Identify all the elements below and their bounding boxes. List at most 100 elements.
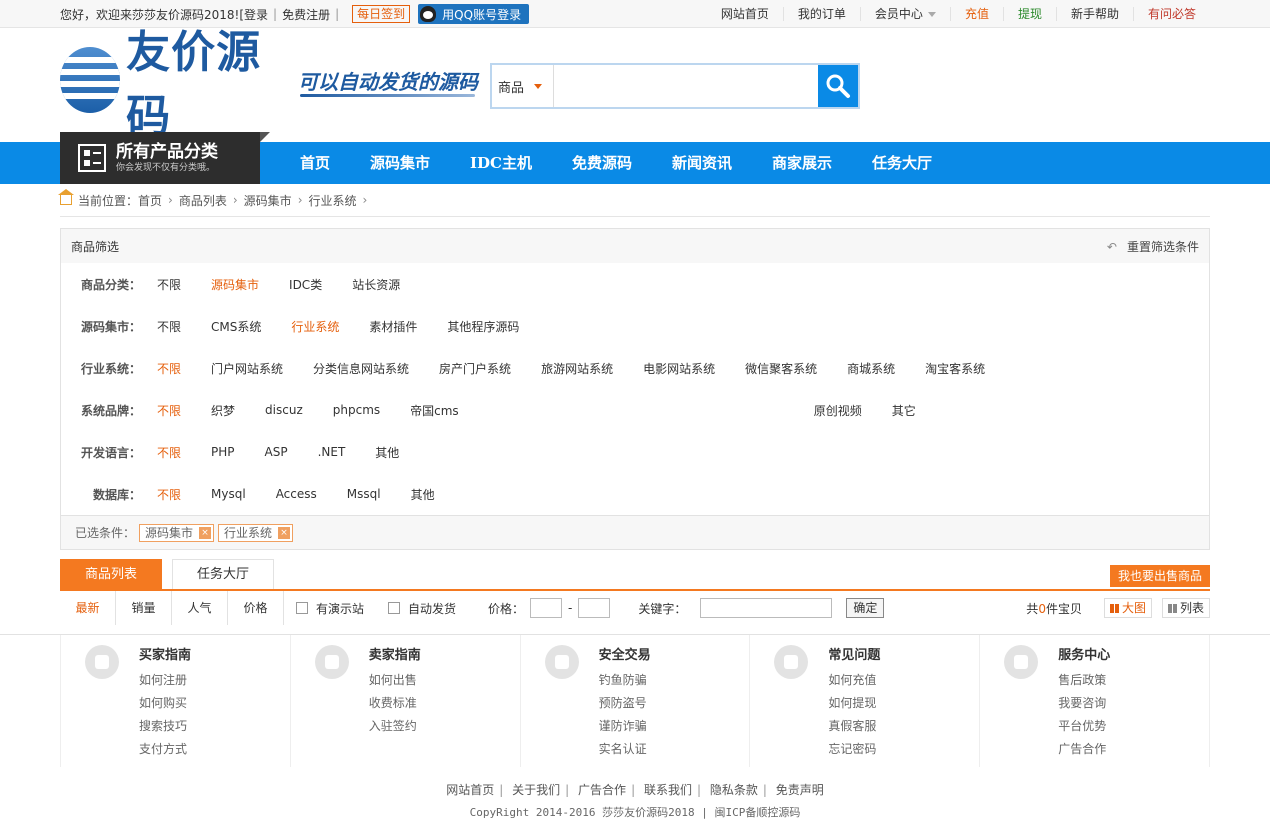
auto-delivery-checkbox[interactable]: 自动发货 <box>388 600 456 617</box>
help-link[interactable]: 如何注册 <box>139 673 187 687</box>
sell-product-button[interactable]: 我也要出售商品 <box>1109 565 1210 587</box>
demo-site-checkbox[interactable]: 有演示站 <box>296 600 364 617</box>
top-link-help[interactable]: 新手帮助 <box>1055 7 1133 21</box>
filter-option[interactable]: 分类信息网站系统 <box>303 360 419 377</box>
search-category-select[interactable]: 商品 <box>492 65 554 107</box>
filter-option[interactable]: ASP <box>255 445 298 459</box>
help-link[interactable]: 如何出售 <box>369 673 417 687</box>
breadcrumb-home[interactable]: 首页 <box>138 192 162 209</box>
help-link[interactable]: 如何提现 <box>828 696 876 710</box>
filter-option[interactable]: 门户网站系统 <box>201 360 293 377</box>
filter-option[interactable]: .NET <box>308 445 356 459</box>
nav-item-source-market[interactable]: 源码集市 <box>350 142 450 184</box>
top-link-withdraw[interactable]: 提现 <box>1002 7 1056 21</box>
selected-chip[interactable]: 源码集市 × <box>139 523 215 542</box>
help-link[interactable]: 真假客服 <box>828 719 876 733</box>
nav-item-task-hall[interactable]: 任务大厅 <box>852 142 952 184</box>
filter-option[interactable]: 原创视频 <box>804 402 872 419</box>
filter-option[interactable]: PHP <box>201 445 245 459</box>
breadcrumb-industry-system[interactable]: 行业系统 <box>309 192 357 209</box>
price-max-input[interactable] <box>578 598 611 618</box>
reset-filter-button[interactable]: ↶ 重置筛选条件 <box>1107 238 1199 255</box>
help-link[interactable]: 平台优势 <box>1058 719 1106 733</box>
filter-option[interactable]: 商城系统 <box>837 360 905 377</box>
top-link-ask[interactable]: 有问必答 <box>1132 7 1210 21</box>
help-link[interactable]: 实名认证 <box>599 742 647 756</box>
help-link[interactable]: 如何购买 <box>139 696 187 710</box>
help-link[interactable]: 收费标准 <box>369 696 417 710</box>
filter-option[interactable]: 织梦 <box>201 402 245 419</box>
filter-option[interactable]: IDC类 <box>279 276 332 293</box>
daily-signin-button[interactable]: 每日签到 <box>352 5 411 23</box>
top-link-home[interactable]: 网站首页 <box>707 7 783 21</box>
site-logo[interactable]: 友价源码 <box>60 27 290 142</box>
top-link-recharge[interactable]: 充值 <box>949 7 1003 21</box>
filter-option[interactable]: 不限 <box>147 486 191 503</box>
filter-option[interactable]: 不限 <box>147 444 191 461</box>
close-icon[interactable]: × <box>199 526 212 539</box>
footer-link[interactable]: 关于我们 <box>512 783 560 797</box>
sort-newest[interactable]: 最新 <box>60 591 116 625</box>
filter-option[interactable]: discuz <box>255 403 313 417</box>
all-categories-button[interactable]: 所有产品分类 你会发现不仅有分类哦。 <box>60 132 270 184</box>
filter-option[interactable]: 其他 <box>365 444 409 461</box>
help-link[interactable]: 支付方式 <box>139 742 187 756</box>
help-link[interactable]: 如何充值 <box>828 673 876 687</box>
help-link[interactable]: 谨防诈骗 <box>599 719 647 733</box>
nav-item-news[interactable]: 新闻资讯 <box>652 142 752 184</box>
footer-link[interactable]: 隐私条款 <box>710 783 758 797</box>
nav-item-shops[interactable]: 商家展示 <box>752 142 852 184</box>
breadcrumb-product-list[interactable]: 商品列表 <box>179 192 227 209</box>
price-min-input[interactable] <box>530 598 563 618</box>
sort-sales[interactable]: 销量 <box>116 591 172 625</box>
selected-chip[interactable]: 行业系统 × <box>218 523 294 542</box>
tab-task-hall[interactable]: 任务大厅 <box>172 559 274 589</box>
help-link[interactable]: 广告合作 <box>1058 742 1106 756</box>
filter-option[interactable]: 不限 <box>147 402 191 419</box>
footer-link[interactable]: 广告合作 <box>578 783 626 797</box>
filter-option[interactable]: 不限 <box>147 360 191 377</box>
view-list-button[interactable]: 列表 <box>1161 598 1210 618</box>
filter-option[interactable]: 站长资源 <box>342 276 410 293</box>
tab-product-list[interactable]: 商品列表 <box>60 559 162 589</box>
nav-item-free-source[interactable]: 免费源码 <box>552 142 652 184</box>
breadcrumb-source-market[interactable]: 源码集市 <box>244 192 292 209</box>
filter-option[interactable]: 微信聚客系统 <box>735 360 827 377</box>
filter-option[interactable]: 其他 <box>401 486 445 503</box>
filter-option[interactable]: 行业系统 <box>281 318 349 335</box>
filter-option[interactable]: 素材插件 <box>359 318 427 335</box>
filter-option[interactable]: 其它 <box>882 402 926 419</box>
help-link[interactable]: 钓鱼防骗 <box>599 673 647 687</box>
nav-item-idc-host[interactable]: IDC主机 <box>450 142 552 184</box>
filter-option[interactable]: 淘宝客系统 <box>915 360 995 377</box>
filter-option[interactable]: 房产门户系统 <box>429 360 521 377</box>
filter-option[interactable]: 不限 <box>147 318 191 335</box>
search-input[interactable] <box>554 65 818 107</box>
help-link[interactable]: 我要咨询 <box>1058 696 1106 710</box>
sort-popularity[interactable]: 人气 <box>172 591 228 625</box>
filter-option[interactable]: 帝国cms <box>400 402 469 419</box>
filter-option[interactable]: 源码集市 <box>201 276 269 293</box>
filter-option[interactable]: 旅游网站系统 <box>531 360 623 377</box>
help-link[interactable]: 入驻签约 <box>369 719 417 733</box>
filter-option[interactable]: Mssql <box>337 487 391 501</box>
filter-option[interactable]: phpcms <box>323 403 390 417</box>
help-link[interactable]: 搜索技巧 <box>139 719 187 733</box>
nav-item-home[interactable]: 首页 <box>280 142 350 184</box>
filter-option[interactable]: 电影网站系统 <box>633 360 725 377</box>
footer-link[interactable]: 网站首页 <box>446 783 494 797</box>
close-icon[interactable]: × <box>278 526 291 539</box>
qq-login-button[interactable]: 用QQ账号登录 <box>418 4 530 24</box>
filter-option[interactable]: 其他程序源码 <box>437 318 529 335</box>
filter-option[interactable]: Access <box>266 487 327 501</box>
view-grid-button[interactable]: 大图 <box>1103 598 1152 618</box>
search-button[interactable] <box>818 65 858 107</box>
footer-link[interactable]: 联系我们 <box>644 783 692 797</box>
top-link-orders[interactable]: 我的订单 <box>782 7 860 21</box>
filter-option[interactable]: CMS系统 <box>201 318 271 335</box>
filter-option[interactable]: 不限 <box>147 276 191 293</box>
top-link-member-center[interactable]: 会员中心 <box>859 7 950 21</box>
filter-option[interactable]: Mysql <box>201 487 256 501</box>
help-link[interactable]: 预防盗号 <box>599 696 647 710</box>
help-link[interactable]: 忘记密码 <box>828 742 876 756</box>
